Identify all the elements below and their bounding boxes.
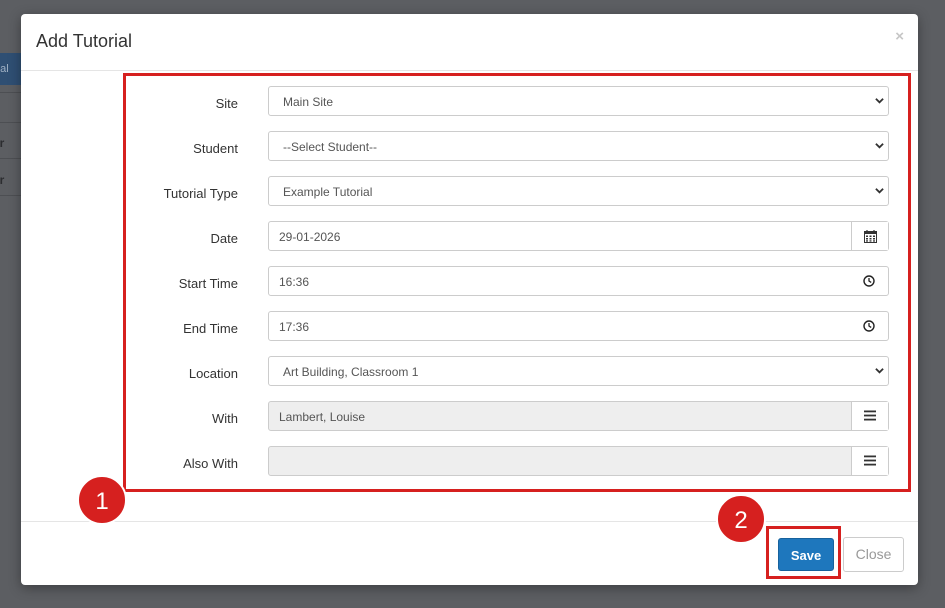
modal-title: Add Tutorial — [36, 31, 133, 51]
background-divider — [0, 195, 22, 196]
close-button[interactable]: Close — [843, 537, 904, 572]
background-tab-fragment: rial — [0, 53, 22, 85]
background-divider — [0, 92, 22, 93]
form-highlight-box — [123, 73, 911, 492]
add-tutorial-modal: Add Tutorial × Site Main Site Student --… — [21, 14, 918, 585]
save-button[interactable]: Save — [778, 538, 834, 571]
modal-footer-divider — [21, 521, 918, 522]
close-icon[interactable]: × — [895, 28, 904, 45]
background-divider — [0, 122, 22, 123]
modal-header: Add Tutorial × — [21, 14, 918, 71]
background-row-fragment: er — [0, 173, 5, 187]
background-divider — [0, 158, 22, 159]
annotation-badge-2: 2 — [716, 494, 766, 544]
background-row-fragment: er — [0, 136, 5, 150]
annotation-badge-1: 1 — [77, 475, 127, 525]
